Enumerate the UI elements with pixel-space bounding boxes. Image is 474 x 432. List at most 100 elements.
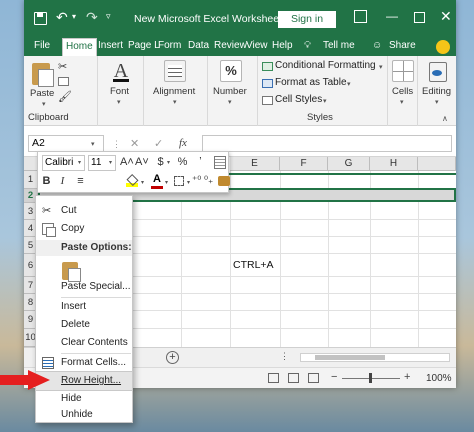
page-break-view-icon[interactable]: [308, 373, 319, 383]
ribbon-display-icon[interactable]: [354, 10, 367, 23]
tab-review[interactable]: Review: [214, 38, 247, 56]
column-header[interactable]: F: [280, 157, 328, 171]
confirm-icon[interactable]: ✓: [154, 137, 163, 150]
row-header[interactable]: 1: [24, 171, 38, 189]
cells-icon[interactable]: [392, 60, 414, 82]
undo-icon[interactable]: ↶: [56, 9, 68, 26]
font-icon[interactable]: A: [110, 60, 132, 82]
sheet-options-icon[interactable]: ⋮: [280, 351, 289, 362]
menu-item-copy[interactable]: Copy: [36, 220, 132, 238]
tell-me-search[interactable]: Tell me: [323, 38, 355, 56]
cell-e6[interactable]: CTRL+A: [233, 259, 274, 271]
zoom-out-button[interactable]: −: [331, 371, 337, 383]
conditional-formatting-button[interactable]: Conditional Formatting: [275, 60, 376, 71]
minimize-icon[interactable]: —: [386, 9, 398, 23]
decrease-decimal-button[interactable]: ⁰₊: [204, 175, 213, 186]
copy-icon[interactable]: [58, 77, 69, 86]
font-dropdown-icon[interactable]: ▾: [117, 98, 121, 106]
conditional-formatting-dropdown-icon[interactable]: ▾: [379, 63, 383, 71]
menu-item-hide[interactable]: Hide: [36, 390, 132, 408]
font-color-dropdown-icon[interactable]: ▾: [165, 179, 168, 186]
tab-help[interactable]: Help: [272, 38, 293, 56]
grow-font-button[interactable]: A˄: [120, 155, 134, 169]
undo-dropdown-icon[interactable]: ▾: [72, 12, 76, 21]
format-cells-icon[interactable]: [214, 156, 226, 169]
column-header[interactable]: [418, 157, 456, 171]
menu-item-cut[interactable]: Cut: [36, 202, 132, 220]
fill-color-dropdown-icon[interactable]: ▾: [141, 179, 144, 186]
horizontal-scrollbar[interactable]: [300, 353, 450, 362]
tab-data[interactable]: Data: [188, 38, 209, 56]
zoom-in-button[interactable]: +: [404, 371, 410, 383]
menu-item-unhide[interactable]: Unhide: [36, 407, 132, 423]
number-button[interactable]: Number: [213, 86, 247, 97]
zoom-slider-thumb[interactable]: [369, 373, 372, 383]
tab-insert[interactable]: Insert: [98, 38, 123, 56]
alignment-icon[interactable]: [164, 60, 186, 82]
smiley-icon[interactable]: [436, 40, 450, 54]
editing-icon[interactable]: [426, 60, 448, 82]
select-all-corner[interactable]: [24, 157, 38, 171]
cell-styles-dropdown-icon[interactable]: ▾: [323, 97, 327, 105]
paste-button[interactable]: Paste: [30, 88, 54, 99]
font-button[interactable]: Font: [110, 86, 129, 97]
format-painter-icon[interactable]: 🖌︎: [58, 90, 72, 103]
cut-icon[interactable]: ✂: [58, 60, 67, 73]
percent-button[interactable]: %: [176, 155, 189, 169]
save-icon[interactable]: [34, 12, 47, 25]
horizontal-scroll-thumb[interactable]: [315, 355, 385, 360]
shrink-font-button[interactable]: A˅: [135, 155, 149, 169]
font-size-dropdown-icon[interactable]: ▾: [109, 159, 112, 166]
increase-decimal-button[interactable]: ⁺⁰: [192, 175, 201, 186]
column-header[interactable]: G: [328, 157, 370, 171]
column-header[interactable]: E: [230, 157, 280, 171]
align-icon[interactable]: ≡: [74, 174, 87, 188]
comma-style-button[interactable]: ʼ: [194, 155, 207, 169]
number-dropdown-icon[interactable]: ▾: [228, 98, 232, 106]
menu-item-insert[interactable]: Insert: [36, 298, 132, 316]
format-as-table-button[interactable]: Format as Table: [275, 77, 347, 88]
redo-icon[interactable]: ↷: [86, 9, 98, 26]
tab-view[interactable]: View: [246, 38, 268, 56]
menu-item-paste-special[interactable]: Paste Special...: [36, 278, 132, 296]
paste-dropdown-icon[interactable]: ▾: [42, 100, 46, 108]
formula-input[interactable]: [202, 135, 452, 152]
cells-button[interactable]: Cells: [392, 86, 413, 97]
column-header[interactable]: H: [370, 157, 418, 171]
format-as-table-dropdown-icon[interactable]: ▾: [347, 80, 351, 88]
normal-view-icon[interactable]: [268, 373, 279, 383]
fill-color-icon[interactable]: [126, 176, 138, 187]
name-box-dropdown-icon[interactable]: ▾: [91, 140, 95, 148]
menu-item-clear-contents[interactable]: Clear Contents: [36, 334, 132, 352]
maximize-icon[interactable]: [414, 12, 425, 23]
borders-icon[interactable]: [174, 176, 184, 186]
customize-toolbar-icon[interactable]: ▿: [106, 11, 111, 22]
page-layout-view-icon[interactable]: [288, 373, 299, 383]
font-name-dropdown-icon[interactable]: ▾: [78, 159, 81, 166]
tab-file[interactable]: File: [34, 38, 50, 56]
close-icon[interactable]: ✕: [440, 8, 452, 25]
borders-dropdown-icon[interactable]: ▾: [187, 179, 190, 186]
menu-item-delete[interactable]: Delete: [36, 316, 132, 334]
number-format-icon[interactable]: %: [220, 60, 242, 82]
italic-button[interactable]: I: [56, 174, 69, 188]
editing-button[interactable]: Editing: [422, 86, 451, 97]
alignment-dropdown-icon[interactable]: ▾: [173, 98, 177, 106]
alignment-button[interactable]: Alignment: [153, 86, 195, 97]
cancel-icon[interactable]: ✕: [130, 137, 139, 150]
currency-button[interactable]: $: [154, 155, 167, 169]
cells-dropdown-icon[interactable]: ▾: [400, 98, 404, 106]
font-color-button[interactable]: A: [151, 173, 163, 189]
share-button[interactable]: Share: [389, 38, 416, 56]
insert-function-button[interactable]: fx: [179, 137, 187, 149]
editing-dropdown-icon[interactable]: ▾: [435, 98, 439, 106]
tab-formulas[interactable]: Form: [158, 38, 181, 56]
sign-in-button[interactable]: Sign in: [278, 11, 336, 28]
bold-button[interactable]: B: [40, 174, 53, 188]
zoom-level[interactable]: 100%: [426, 373, 452, 384]
add-sheet-button[interactable]: +: [166, 351, 179, 364]
format-painter-icon[interactable]: [218, 176, 230, 186]
paste-icon[interactable]: [30, 60, 54, 88]
collapse-ribbon-icon[interactable]: ∧: [442, 114, 448, 123]
currency-dropdown-icon[interactable]: ▾: [167, 159, 170, 166]
